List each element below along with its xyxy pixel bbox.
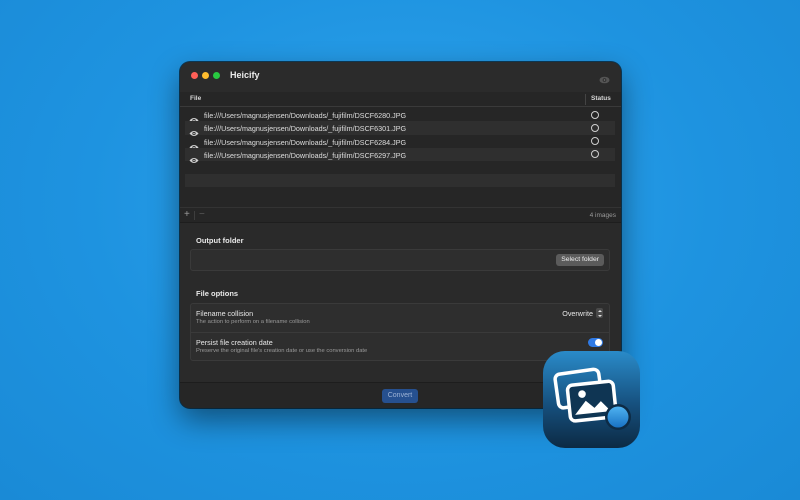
list-footer: + − 4 images	[180, 207, 621, 222]
file-path: file:///Users/magnusjensen/Downloads/_fu…	[204, 124, 407, 134]
persist-date-toggle[interactable]	[588, 338, 603, 347]
chevron-updown-icon	[596, 308, 603, 318]
title-bar: Heicify	[180, 62, 621, 92]
filename-collision-description: The action to perform on a filename coll…	[196, 319, 310, 325]
select-folder-button[interactable]: Select folder	[556, 254, 604, 266]
file-path: file:///Users/magnusjensen/Downloads/_fu…	[204, 137, 407, 147]
empty-list-row	[185, 174, 615, 187]
file-list: file:///Users/magnusjensen/Downloads/_fu…	[185, 108, 615, 163]
column-header-file[interactable]: File	[190, 95, 201, 102]
filename-collision-label: Filename collision	[196, 309, 254, 318]
column-divider[interactable]	[585, 94, 586, 105]
status-pending-icon	[591, 150, 599, 159]
zoom-window-button[interactable]	[213, 72, 220, 79]
app-icon	[543, 351, 640, 448]
file-path: file:///Users/magnusjensen/Downloads/_fu…	[204, 150, 407, 160]
convert-button[interactable]: Convert	[382, 389, 418, 403]
collision-select[interactable]: Overwrite	[562, 308, 603, 318]
table-row[interactable]: file:///Users/magnusjensen/Downloads/_fu…	[185, 108, 615, 123]
table-row[interactable]: file:///Users/magnusjensen/Downloads/_fu…	[185, 121, 615, 137]
footer-divider	[194, 211, 195, 220]
add-file-button[interactable]: +	[184, 209, 190, 220]
table-row[interactable]: file:///Users/magnusjensen/Downloads/_fu…	[185, 135, 615, 150]
minimize-window-button[interactable]	[202, 72, 209, 79]
output-folder-field[interactable]: Select folder	[190, 249, 610, 271]
file-options-title: File options	[196, 289, 239, 298]
file-path: file:///Users/magnusjensen/Downloads/_fu…	[204, 111, 407, 120]
status-pending-icon	[591, 137, 599, 146]
status-pending-icon	[591, 110, 599, 119]
remove-file-button[interactable]: −	[199, 209, 205, 220]
eye-icon[interactable]	[189, 151, 199, 169]
close-window-button[interactable]	[191, 72, 198, 79]
filename-collision-row: Filename collision The action to perform…	[191, 304, 609, 333]
column-header-status[interactable]: Status	[591, 95, 611, 102]
table-header: File Status	[180, 92, 621, 107]
table-row[interactable]: file:///Users/magnusjensen/Downloads/_fu…	[185, 147, 615, 163]
output-folder-title: Output folder	[196, 236, 244, 245]
image-count: 4 images	[589, 212, 616, 219]
eye-icon[interactable]	[599, 71, 610, 89]
window-title: Heicify	[230, 70, 260, 80]
toggle-knob	[595, 339, 602, 346]
collision-value: Overwrite	[562, 308, 593, 318]
persist-date-description: Preserve the original file's creation da…	[196, 348, 368, 354]
persist-date-label: Persist file creation date	[196, 338, 273, 347]
status-pending-icon	[591, 123, 599, 132]
